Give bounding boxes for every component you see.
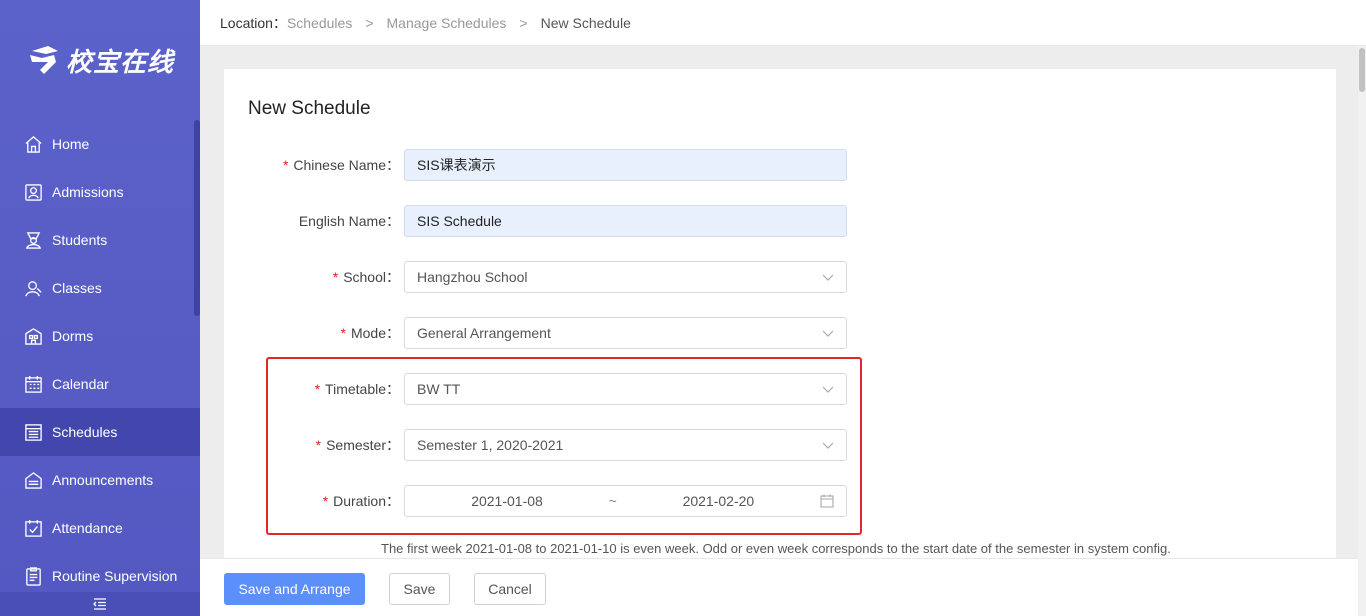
duration-date-range-picker[interactable]: 2021-01-08 ~ 2021-02-20 <box>404 485 847 517</box>
sidebar-nav: Home Admissions Students Classes Dorms C… <box>0 120 200 600</box>
required-mark: * <box>314 381 321 397</box>
save-button[interactable]: Save <box>389 573 450 605</box>
breadcrumb-label: Location： <box>220 14 287 31</box>
duration-start-date[interactable]: 2021-01-08 <box>417 493 597 509</box>
routine-supervision-icon <box>23 566 43 586</box>
semester-label: * Semester： <box>315 437 400 453</box>
breadcrumb: Location： Schedules > Manage Schedules >… <box>200 0 1366 46</box>
classes-icon <box>23 278 43 298</box>
form-row-semester: * Semester： Semester 1, 2020-2021 <box>224 429 847 461</box>
sidebar-item-label: Home <box>52 136 90 152</box>
required-mark: * <box>315 437 322 453</box>
breadcrumb-separator: > <box>365 14 374 31</box>
dorms-icon <box>23 326 43 346</box>
page-scrollbar[interactable] <box>1358 46 1366 616</box>
breadcrumb-separator: > <box>519 14 528 31</box>
timetable-label: * Timetable： <box>314 381 400 397</box>
required-mark: * <box>340 325 346 341</box>
sidebar-item-label: Announcements <box>52 472 154 488</box>
announcements-icon <box>23 470 43 490</box>
sidebar-item-announcements[interactable]: Announcements <box>0 456 200 504</box>
calendar-icon <box>820 494 834 508</box>
week-parity-hint: The first week 2021-01-08 to 2021-01-10 … <box>381 541 1171 556</box>
sidebar-item-label: Admissions <box>52 184 124 200</box>
form-actions: Save and Arrange Save Cancel <box>200 558 1358 616</box>
sidebar-item-students[interactable]: Students <box>0 216 200 264</box>
breadcrumb-item-manage-schedules[interactable]: Manage Schedules <box>387 15 507 31</box>
brand-logo[interactable]: 校宝在线 <box>26 42 174 78</box>
required-mark: * <box>332 269 339 285</box>
sidebar-item-home[interactable]: Home <box>0 120 200 168</box>
brand-name: 校宝在线 <box>66 47 175 78</box>
required-mark: * <box>282 157 289 173</box>
timetable-select[interactable]: BW TT <box>404 373 847 405</box>
required-mark: * <box>322 493 329 509</box>
breadcrumb-item-new-schedule: New Schedule <box>540 14 631 31</box>
sidebar-item-label: Schedules <box>52 424 118 440</box>
sidebar-item-schedules[interactable]: Schedules <box>0 408 200 456</box>
sidebar-collapse-button[interactable] <box>0 592 200 616</box>
sidebar-item-label: Routine Supervision <box>52 568 178 584</box>
chevron-down-icon <box>822 442 834 449</box>
main-content: New Schedule * Chinese Name： SIS课表演示 Engl… <box>200 46 1358 616</box>
sidebar-item-label: Calendar <box>52 376 109 392</box>
english-name-label: English Name： <box>298 213 400 229</box>
chevron-down-icon <box>822 330 834 337</box>
brand-logo-icon <box>30 46 58 74</box>
duration-end-date[interactable]: 2021-02-20 <box>628 493 808 509</box>
page-scrollbar-thumb[interactable] <box>1359 48 1365 92</box>
sidebar: 校宝在线 Home Admissions Students Classes Do… <box>0 0 200 616</box>
form-row-chinese-name: * Chinese Name： SIS课表演示 <box>224 149 847 181</box>
chinese-name-label: * Chinese Name： <box>282 157 400 173</box>
schedules-icon <box>23 422 43 442</box>
attendance-icon <box>23 518 43 538</box>
form-row-duration: * Duration： 2021-01-08 ~ 2021-02-20 <box>224 485 847 517</box>
form-card: New Schedule * Chinese Name： SIS课表演示 Engl… <box>224 69 1336 589</box>
sidebar-item-admissions[interactable]: Admissions <box>0 168 200 216</box>
collapse-menu-icon <box>93 598 106 610</box>
chinese-name-input[interactable]: SIS课表演示 <box>404 149 847 181</box>
english-name-input[interactable]: SIS Schedule <box>404 205 847 237</box>
duration-label: * Duration： <box>322 493 400 509</box>
date-range-separator: ~ <box>608 493 617 509</box>
form-row-school: * School： Hangzhou School <box>224 261 847 293</box>
sidebar-item-label: Students <box>52 232 108 248</box>
form-row-timetable: * Timetable： BW TT <box>224 373 847 405</box>
cancel-button[interactable]: Cancel <box>474 573 546 605</box>
school-select[interactable]: Hangzhou School <box>404 261 847 293</box>
chevron-down-icon <box>822 274 834 281</box>
admissions-icon <box>23 182 43 202</box>
mode-label: * Mode： <box>340 325 400 341</box>
school-label: * School： <box>332 269 400 285</box>
semester-select[interactable]: Semester 1, 2020-2021 <box>404 429 847 461</box>
save-and-arrange-button[interactable]: Save and Arrange <box>224 573 365 605</box>
form-row-english-name: English Name： SIS Schedule <box>224 205 847 237</box>
sidebar-item-label: Classes <box>52 280 102 296</box>
form-row-mode: * Mode： General Arrangement <box>224 317 847 349</box>
mode-select[interactable]: General Arrangement <box>404 317 847 349</box>
sidebar-item-classes[interactable]: Classes <box>0 264 200 312</box>
sidebar-item-calendar[interactable]: Calendar <box>0 360 200 408</box>
home-icon <box>23 134 43 154</box>
breadcrumb-item-schedules[interactable]: Schedules <box>287 15 352 31</box>
page-title: New Schedule <box>248 98 371 119</box>
calendar-icon <box>23 374 43 394</box>
sidebar-item-label: Dorms <box>52 328 94 344</box>
chevron-down-icon <box>822 386 834 393</box>
sidebar-item-attendance[interactable]: Attendance <box>0 504 200 552</box>
sidebar-item-label: Attendance <box>52 520 123 536</box>
students-icon <box>23 230 43 250</box>
sidebar-item-dorms[interactable]: Dorms <box>0 312 200 360</box>
